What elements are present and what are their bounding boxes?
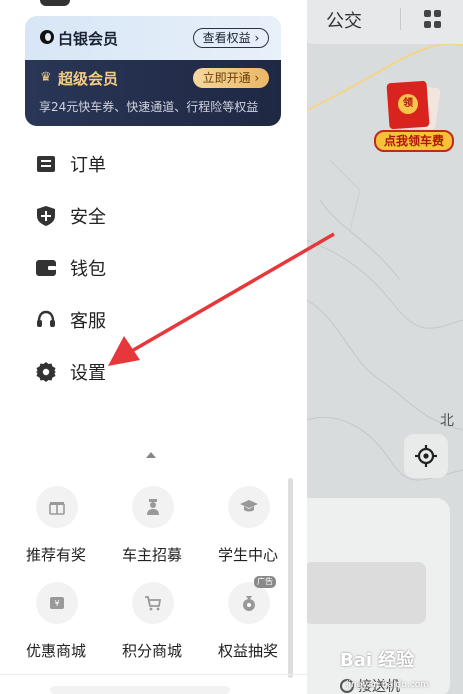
tool-student-center[interactable]: 学生中心: [200, 480, 296, 570]
view-benefits-button[interactable]: 查看权益 ›: [193, 28, 269, 48]
tool-benefit-lottery[interactable]: 广告 权益抽奖: [200, 576, 296, 666]
menu-label: 安全: [70, 207, 106, 228]
tool-discount-mall[interactable]: ¥ 优惠商城: [8, 576, 104, 666]
activate-now-label: 立即开通: [202, 71, 251, 85]
lottery-bag-icon: [228, 582, 270, 624]
tool-label: 权益抽奖: [217, 642, 278, 660]
membership-card[interactable]: 白银会员 查看权益 › ♛ 超级会员 立即开通 › 享24元快车券、快速通道、行…: [25, 16, 281, 126]
collapse-arrow-icon[interactable]: [146, 452, 156, 458]
crosshair-icon: [415, 445, 437, 467]
top-notch: [40, 0, 70, 6]
menu-label: 设置: [70, 363, 106, 384]
order-icon: [36, 154, 56, 174]
silver-badge-icon: [40, 30, 54, 44]
shield-icon: [36, 206, 56, 226]
coupon-icon: ¥: [36, 582, 78, 624]
tool-label: 车主招募: [121, 546, 182, 564]
watermark-url: jingyan.baidu.com: [346, 680, 430, 690]
svg-text:¥: ¥: [54, 599, 59, 608]
top-transport-bar: 公交: [300, 0, 463, 44]
gift-icon: [36, 486, 78, 528]
side-drawer: 白银会员 查看权益 › ♛ 超级会员 立即开通 › 享24元快车券、快速通道、行…: [0, 0, 307, 694]
wallet-icon: [36, 258, 56, 278]
divider: [400, 8, 401, 30]
gear-icon: [36, 362, 56, 382]
tool-points-mall[interactable]: 积分商城: [104, 576, 200, 666]
tool-driver-recruit[interactable]: 车主招募: [104, 480, 200, 570]
grid-menu-icon[interactable]: [424, 10, 442, 28]
tool-label: 学生中心: [217, 546, 278, 564]
silver-member-title: 白银会员: [58, 30, 119, 48]
bottom-hidden-text: [50, 686, 230, 694]
menu-label: 钱包: [70, 259, 106, 280]
driver-icon: [132, 486, 174, 528]
menu-item-settings[interactable]: 设置: [36, 346, 276, 398]
graduation-cap-icon: [228, 486, 270, 528]
menu-label: 客服: [70, 311, 106, 332]
menu-label: 订单: [70, 155, 106, 176]
divider: [0, 674, 307, 675]
menu-item-customer-service[interactable]: 客服: [36, 294, 276, 346]
headset-icon: [36, 310, 56, 330]
bottom-sheet-input[interactable]: [304, 562, 426, 624]
red-packet-label: 点我领车费: [374, 130, 454, 152]
super-member-row[interactable]: ♛ 超级会员 立即开通 › 享24元快车券、快速通道、行程险等权益: [25, 60, 281, 126]
cart-icon: [132, 582, 174, 624]
scrollbar[interactable]: [288, 478, 293, 678]
red-packet-promo[interactable]: 领 点我领车费: [372, 80, 456, 156]
ad-badge: 广告: [254, 576, 276, 588]
crown-icon: ♛: [40, 70, 52, 85]
tool-label: 积分商城: [121, 642, 182, 660]
locate-button[interactable]: [404, 434, 448, 478]
tool-referral[interactable]: 推荐有奖: [8, 480, 104, 570]
tool-label: 优惠商城: [25, 642, 86, 660]
super-member-description: 享24元快车券、快速通道、行程险等权益: [39, 100, 259, 114]
activate-now-button[interactable]: 立即开通 ›: [193, 68, 269, 88]
coin-icon: 领: [398, 94, 418, 114]
menu-item-wallet[interactable]: 钱包: [36, 242, 276, 294]
tool-label: 推荐有奖: [25, 546, 86, 564]
view-benefits-label: 查看权益: [202, 31, 251, 45]
watermark-logo: Bai 经验: [340, 650, 415, 671]
menu-item-safety[interactable]: 安全: [36, 190, 276, 242]
super-member-title: 超级会员: [58, 70, 119, 88]
menu-item-orders[interactable]: 订单: [36, 138, 276, 190]
silver-member-row[interactable]: 白银会员 查看权益 ›: [25, 16, 281, 60]
bus-tab[interactable]: 公交: [326, 7, 362, 33]
city-label: 北: [440, 413, 454, 429]
